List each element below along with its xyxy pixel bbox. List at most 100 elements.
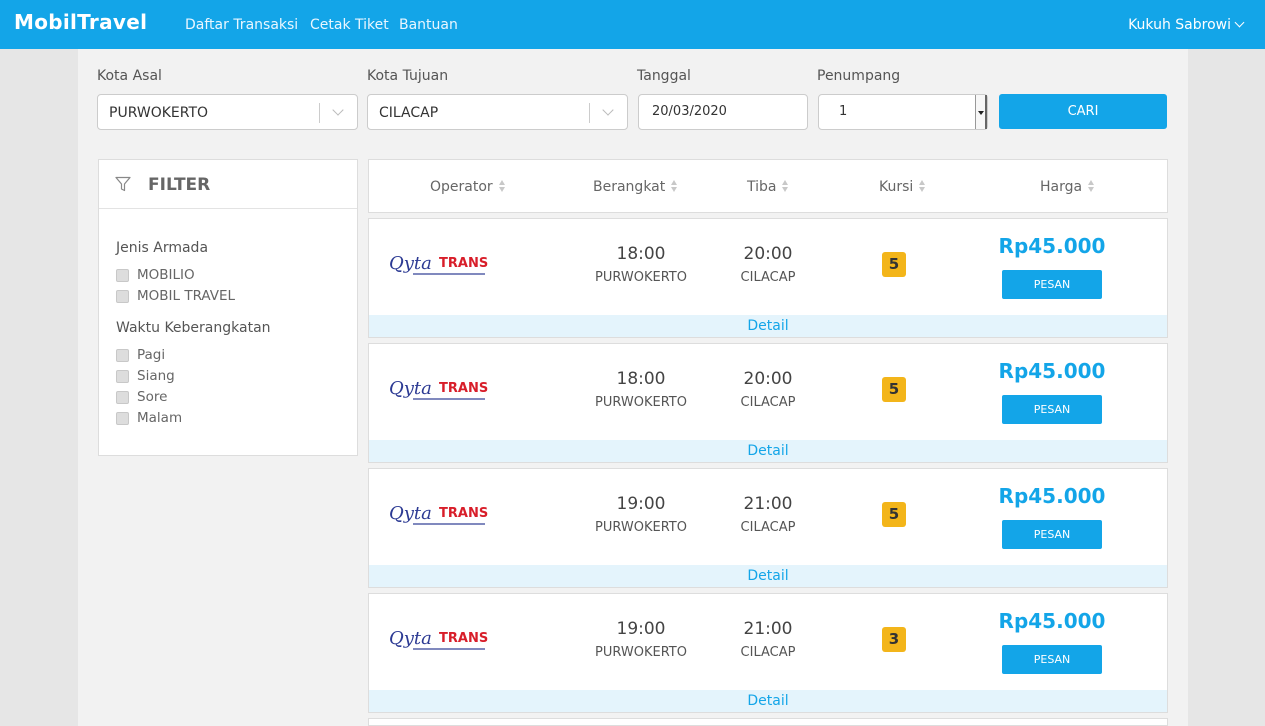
results-header: Operator Berangkat Tiba Kursi Harga	[368, 159, 1168, 213]
checkbox-label: Siang	[137, 368, 175, 384]
trip-card: Qyta TRANS 18:00 PURWOKERTO 20:00 CILACAP…	[368, 218, 1168, 338]
price: Rp45.000	[998, 234, 1106, 258]
chevron-down-icon[interactable]	[602, 104, 614, 116]
passenger-value: 1	[839, 104, 848, 119]
nav-bantuan[interactable]: Bantuan	[399, 16, 458, 34]
column-header-kursi[interactable]: Kursi	[879, 179, 926, 195]
operator-logo: Qyta TRANS	[389, 628, 489, 650]
filter-title: FILTER	[148, 175, 211, 195]
top-navbar: MobilTravel Daftar Transaksi Cetak Tiket…	[0, 0, 1265, 49]
price: Rp45.000	[998, 359, 1106, 383]
filter-panel: FILTER Jenis Armada MOBILIO MOBIL TRAVEL…	[98, 159, 358, 456]
depart-time: 19:00	[616, 619, 666, 639]
trip-card: Qyta TRANS 18:00 PURWOKERTO 20:00 CILACAP…	[368, 343, 1168, 463]
book-button[interactable]: PESAN	[1002, 270, 1102, 299]
chevron-down-icon	[1234, 17, 1245, 28]
passenger-label: Penumpang	[817, 68, 901, 84]
checkbox-malam[interactable]: Malam	[116, 410, 316, 427]
trip-card: Qyta TRANS 19:00 PURWOKERTO 21:00 CILACAP…	[368, 593, 1168, 713]
origin-select[interactable]: PURWOKERTO	[97, 94, 358, 130]
depart-city: PURWOKERTO	[595, 395, 687, 410]
column-label: Kursi	[879, 179, 914, 195]
brand-logo[interactable]: MobilTravel	[14, 9, 147, 35]
date-label: Tanggal	[637, 68, 691, 84]
operator-logo: Qyta TRANS	[389, 378, 489, 400]
column-label: Harga	[1040, 179, 1083, 195]
checkbox-label: Sore	[137, 389, 168, 405]
arrive-time: 21:00	[743, 494, 793, 514]
checkbox-sore[interactable]: Sore	[116, 389, 316, 406]
sort-icon	[671, 180, 678, 192]
arrive-city: CILACAP	[740, 520, 796, 535]
checkbox[interactable]	[116, 370, 129, 383]
group-title-jenis-armada: Jenis Armada	[116, 240, 209, 256]
checkbox-label: MOBILIO	[137, 267, 195, 283]
sort-icon	[1088, 180, 1095, 192]
book-button[interactable]: PESAN	[1002, 645, 1102, 674]
book-button[interactable]: PESAN	[1002, 520, 1102, 549]
filter-header: FILTER	[99, 160, 357, 209]
user-menu[interactable]: Kukuh Sabrowi	[1128, 16, 1245, 34]
select-separator	[589, 103, 590, 123]
sort-icon	[498, 180, 506, 192]
checkbox-siang[interactable]: Siang	[116, 368, 316, 385]
checkbox-pagi[interactable]: Pagi	[116, 347, 316, 364]
arrive-city: CILACAP	[740, 395, 796, 410]
arrive-time: 21:00	[743, 619, 793, 639]
operator-logo: Qyta TRANS	[389, 253, 489, 275]
trip-card: Qyta TRANS 19:00 PURWOKERTO 21:00 CILACAP…	[368, 468, 1168, 588]
chevron-down-icon[interactable]	[332, 104, 344, 116]
depart-city: PURWOKERTO	[595, 645, 687, 660]
user-name: Kukuh Sabrowi	[1128, 17, 1231, 33]
checkbox-label: Malam	[137, 410, 183, 426]
checkbox[interactable]	[116, 349, 129, 362]
detail-link[interactable]: Detail	[369, 440, 1167, 462]
depart-city: PURWOKERTO	[595, 520, 687, 535]
passenger-input[interactable]: 1	[818, 94, 988, 130]
origin-value: PURWOKERTO	[109, 105, 209, 121]
operator-logo: Qyta TRANS	[389, 503, 489, 525]
price: Rp45.000	[998, 609, 1106, 633]
arrive-time: 20:00	[743, 244, 793, 264]
column-header-operator[interactable]: Operator	[430, 179, 506, 195]
sort-icon	[782, 180, 789, 192]
seats-badge: 5	[882, 377, 906, 402]
depart-time: 18:00	[616, 369, 666, 389]
filter-icon	[115, 176, 131, 192]
column-label: Tiba	[747, 179, 777, 195]
sort-icon	[919, 180, 926, 192]
trip-card-partial	[368, 718, 1168, 726]
checkbox-mobilio[interactable]: MOBILIO	[116, 267, 316, 284]
group-title-waktu-keberangkatan: Waktu Keberangkatan	[116, 320, 271, 336]
arrive-city: CILACAP	[740, 645, 796, 660]
arrive-time: 20:00	[743, 369, 793, 389]
depart-time: 18:00	[616, 244, 666, 264]
search-button[interactable]: CARI	[999, 94, 1167, 129]
select-separator	[319, 103, 320, 123]
column-header-tiba[interactable]: Tiba	[747, 179, 789, 195]
depart-time: 19:00	[616, 494, 666, 514]
column-label: Berangkat	[593, 179, 666, 195]
column-header-harga[interactable]: Harga	[1040, 179, 1095, 195]
checkbox[interactable]	[116, 290, 129, 303]
checkbox[interactable]	[116, 391, 129, 404]
date-value: 20/03/2020	[652, 104, 727, 119]
seats-badge: 3	[882, 627, 906, 652]
date-input[interactable]: 20/03/2020	[638, 94, 808, 130]
destination-select[interactable]: CILACAP	[367, 94, 628, 130]
depart-city: PURWOKERTO	[595, 270, 687, 285]
seats-badge: 5	[882, 252, 906, 277]
nav-cetak-tiket[interactable]: Cetak Tiket	[310, 16, 389, 34]
detail-link[interactable]: Detail	[369, 315, 1167, 337]
checkbox[interactable]	[116, 412, 129, 425]
detail-link[interactable]: Detail	[369, 690, 1167, 712]
checkbox[interactable]	[116, 269, 129, 282]
passenger-stepper[interactable]	[975, 95, 987, 129]
book-button[interactable]: PESAN	[1002, 395, 1102, 424]
checkbox-label: Pagi	[137, 347, 166, 363]
destination-value: CILACAP	[379, 105, 439, 121]
nav-daftar-transaksi[interactable]: Daftar Transaksi	[185, 16, 298, 34]
checkbox-mobil-travel[interactable]: MOBIL TRAVEL	[116, 288, 316, 305]
detail-link[interactable]: Detail	[369, 565, 1167, 587]
column-header-berangkat[interactable]: Berangkat	[593, 179, 678, 195]
